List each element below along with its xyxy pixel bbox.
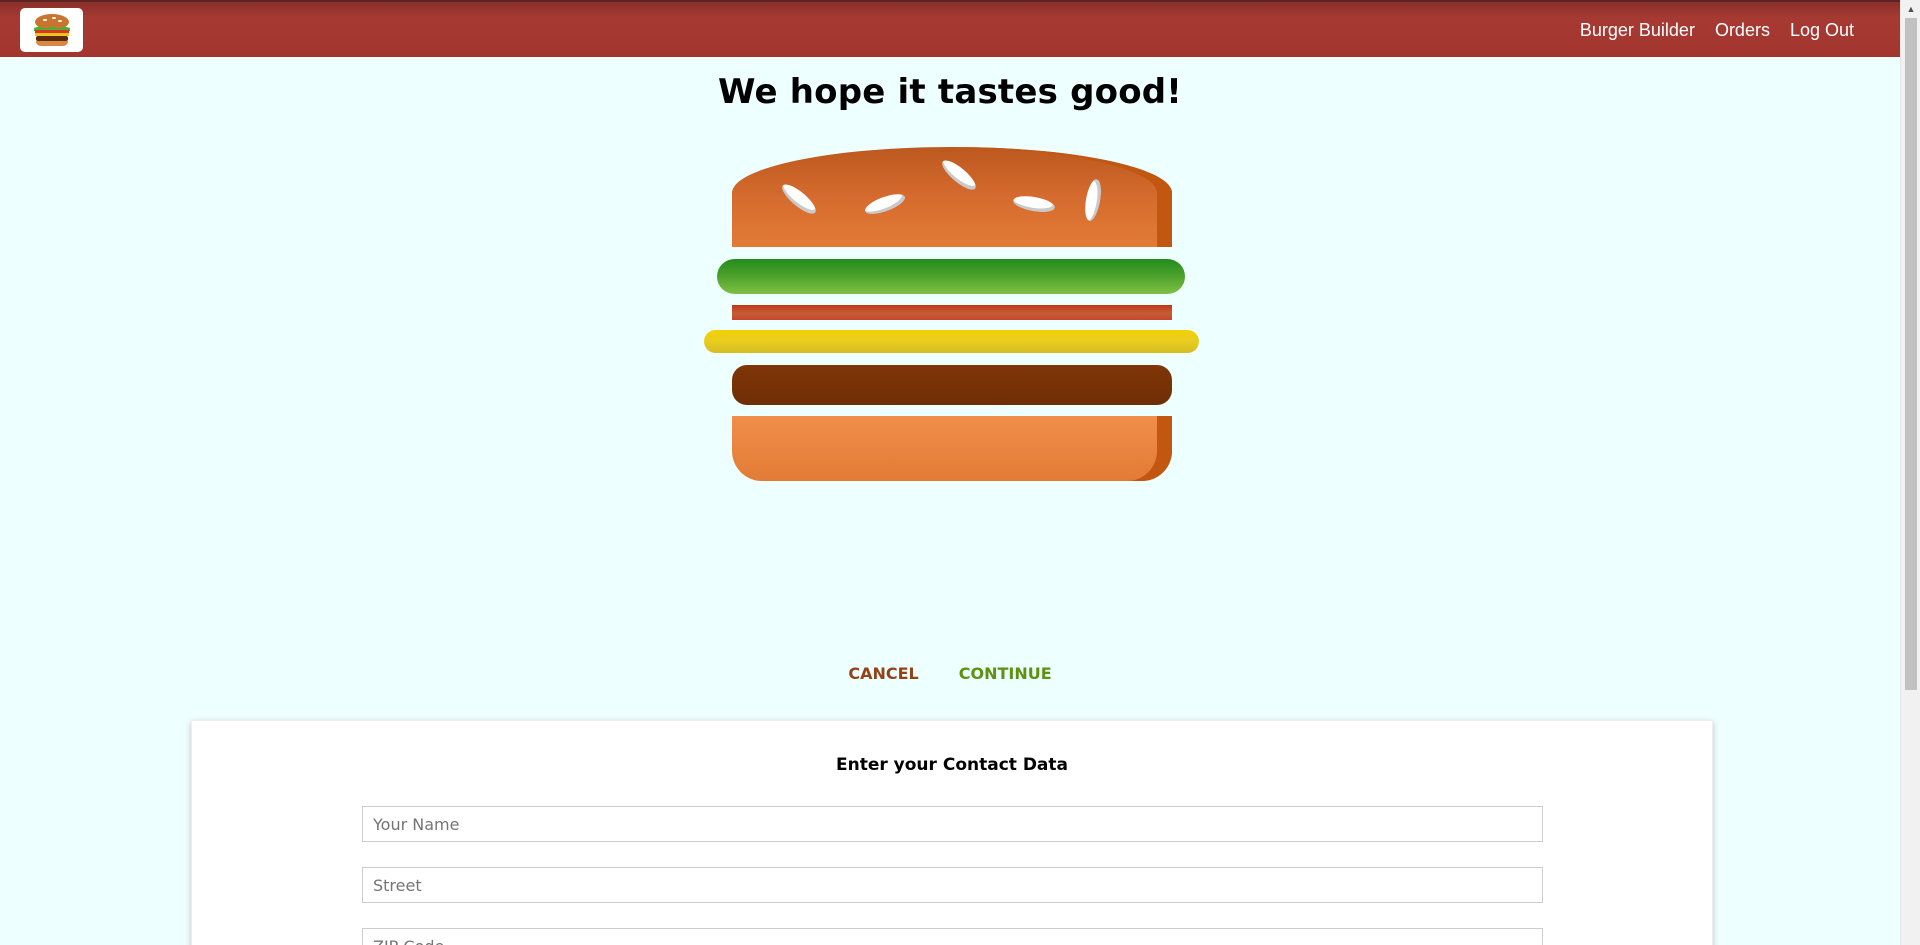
burger-preview (0, 0, 1900, 500)
scroll-up-icon[interactable]: ▲ (1901, 0, 1920, 17)
cheese-layer (704, 330, 1199, 353)
bread-top (732, 147, 1172, 247)
cancel-button[interactable]: CANCEL (828, 654, 938, 693)
contact-heading: Enter your Contact Data (836, 755, 1068, 775)
bacon-layer (732, 305, 1172, 320)
street-input[interactable] (362, 867, 1543, 903)
seed (938, 156, 980, 194)
continue-button[interactable]: CONTINUE (939, 654, 1072, 693)
contact-data-form: Enter your Contact Data (191, 720, 1713, 945)
scroll-thumb[interactable] (1905, 18, 1917, 690)
seed (1012, 193, 1056, 215)
vertical-scrollbar[interactable]: ▲ (1900, 0, 1920, 945)
seed (862, 190, 908, 218)
seed (1082, 178, 1104, 222)
zip-code-input[interactable] (362, 928, 1543, 945)
bread-bottom (732, 416, 1172, 481)
name-input[interactable] (362, 806, 1543, 842)
checkout-actions: CANCEL CONTINUE (0, 654, 1900, 693)
salad-layer (717, 259, 1185, 294)
meat-layer (732, 365, 1172, 405)
seed (778, 180, 820, 218)
